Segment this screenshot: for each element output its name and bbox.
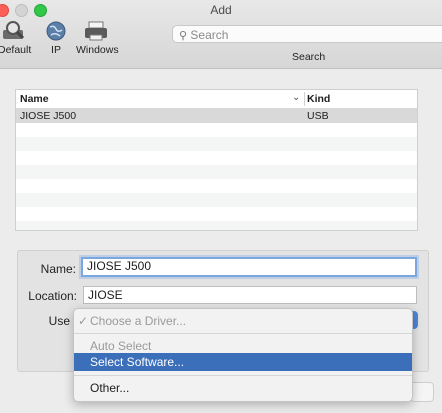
menu-item-choose-driver: ✓ Choose a Driver... xyxy=(74,312,412,330)
sort-chevron-icon: ⌄ xyxy=(292,92,301,103)
empty-row xyxy=(16,179,417,193)
menu-separator xyxy=(74,333,412,334)
use-label: Use xyxy=(48,314,70,328)
empty-row xyxy=(16,221,417,230)
name-label: Name: xyxy=(40,262,76,276)
search-label: Search xyxy=(292,51,326,63)
globe-icon xyxy=(46,21,66,41)
table-row[interactable]: JIOSE J500 USB xyxy=(16,109,417,123)
menu-item-label: Auto Select xyxy=(90,339,152,353)
name-field[interactable]: JIOSE J500 xyxy=(81,257,417,277)
menu-item-label: Other... xyxy=(90,381,130,395)
location-label: Location: xyxy=(28,289,77,303)
default-printer-icon xyxy=(3,21,25,40)
add-printer-window: Add Default IP Windows ⚲ Search Search N… xyxy=(0,0,442,413)
empty-row xyxy=(16,137,417,151)
column-divider xyxy=(304,92,305,106)
printer-list-table[interactable]: Name ⌄ Kind JIOSE J500 USB xyxy=(15,89,418,231)
empty-row xyxy=(16,193,417,207)
checkmark-icon: ✓ xyxy=(78,314,89,328)
menu-item-label: Select Software... xyxy=(90,355,185,369)
menu-separator xyxy=(74,375,412,376)
tab-default-label: Default xyxy=(0,44,32,56)
tab-windows-label: Windows xyxy=(76,44,119,56)
empty-row xyxy=(16,123,417,137)
search-icon: ⚲ xyxy=(179,30,188,42)
menu-item-select-software[interactable]: Select Software... xyxy=(74,353,412,371)
column-header-kind[interactable]: Kind xyxy=(307,93,330,105)
search-field[interactable]: ⚲ Search xyxy=(172,25,442,43)
tab-default[interactable]: Default xyxy=(0,20,32,56)
empty-row xyxy=(16,207,417,221)
menu-item-label: Choose a Driver... xyxy=(90,314,187,328)
search-placeholder: Search xyxy=(190,28,229,42)
empty-row xyxy=(16,165,417,179)
empty-row xyxy=(16,151,417,165)
windows-printer-icon xyxy=(85,21,107,41)
table-header: Name ⌄ Kind xyxy=(16,90,417,109)
column-header-name[interactable]: Name xyxy=(20,93,49,105)
location-field[interactable]: JIOSE xyxy=(83,286,417,304)
printer-name-cell: JIOSE J500 xyxy=(20,110,77,122)
add-button[interactable] xyxy=(410,382,434,402)
tab-ip[interactable]: IP xyxy=(44,20,68,56)
window-title: Add xyxy=(210,3,232,17)
driver-popup-menu[interactable]: ✓ Choose a Driver... Auto Select Select … xyxy=(73,308,413,402)
tab-windows[interactable]: Windows xyxy=(76,20,119,56)
title-bar: Add Default IP Windows ⚲ Search Search xyxy=(0,0,442,69)
menu-item-other[interactable]: Other... xyxy=(74,379,412,397)
tab-ip-label: IP xyxy=(51,44,61,56)
printer-kind-cell: USB xyxy=(307,110,329,122)
